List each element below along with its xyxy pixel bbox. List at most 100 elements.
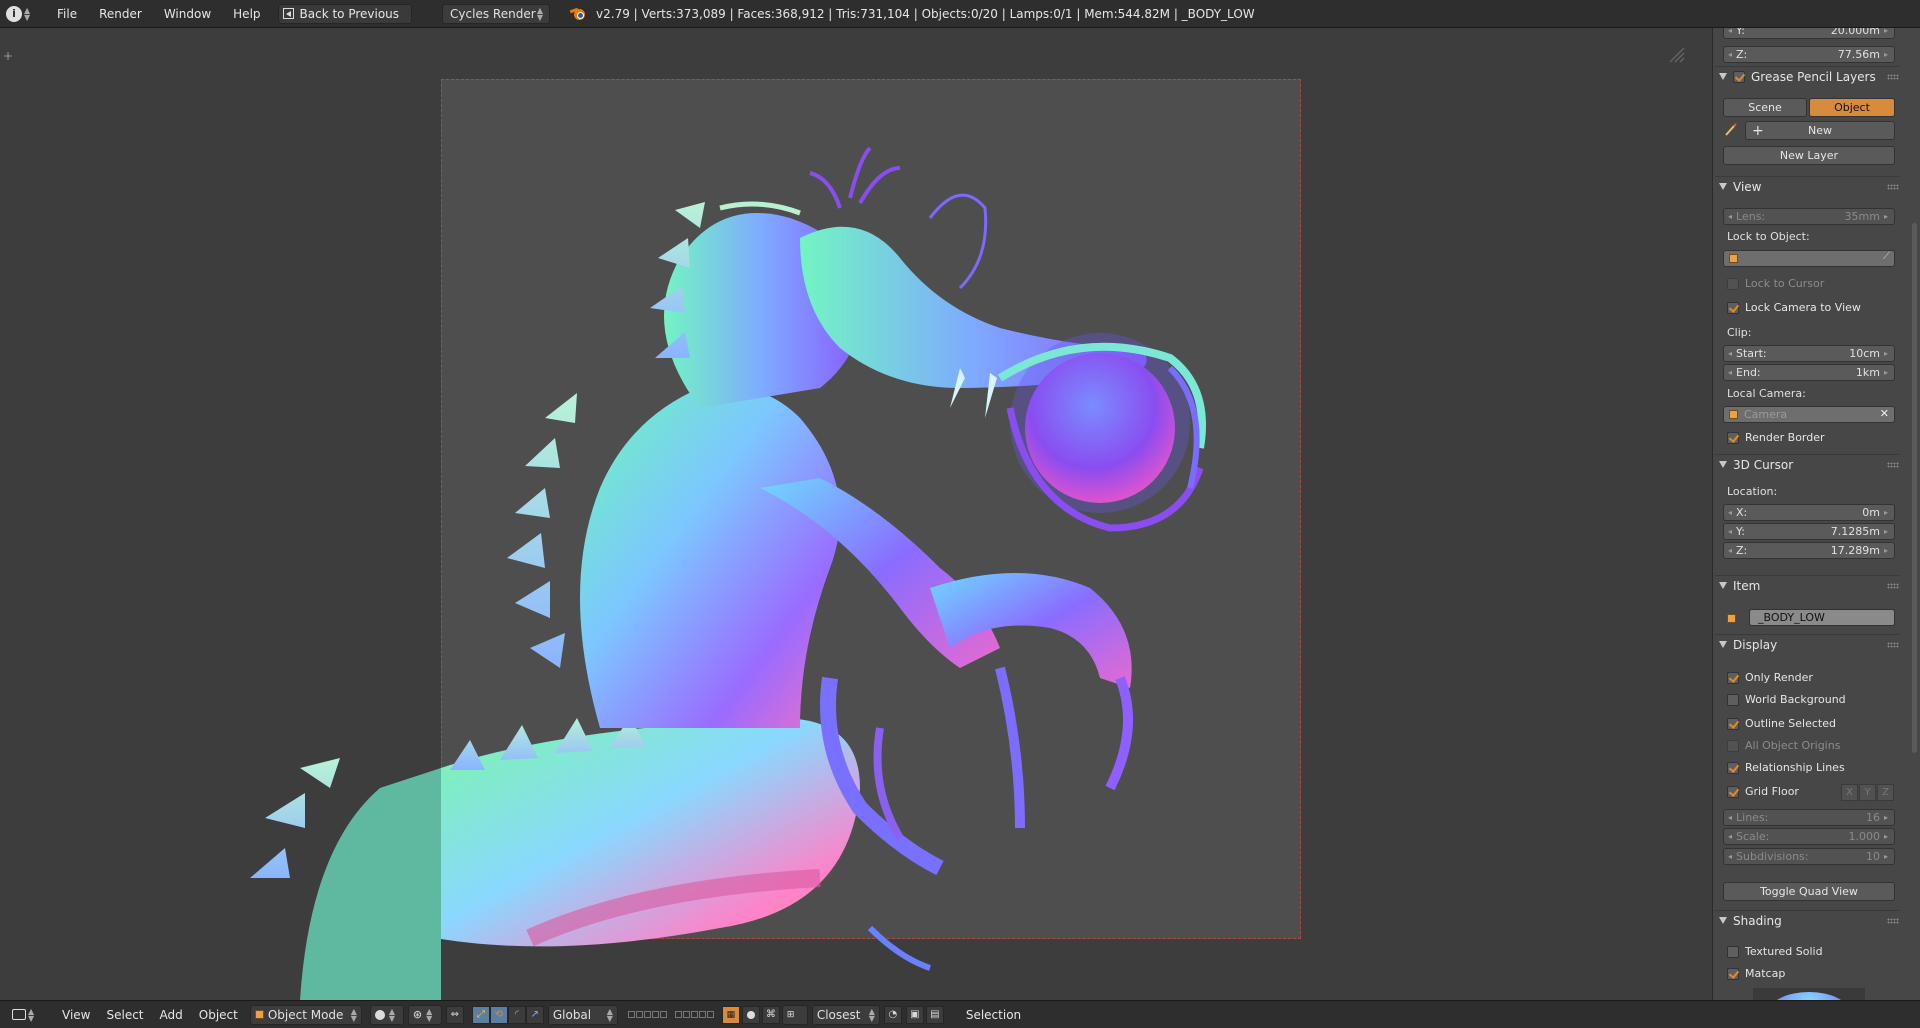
lock-to-cursor-checkbox[interactable] [1727,278,1739,290]
menu-select[interactable]: Select [98,1008,151,1022]
manipulator-icon: ⇔ [450,1009,460,1020]
grease-object-tab[interactable]: Object [1809,98,1895,117]
proportional-edit-toggle[interactable] [741,1005,760,1024]
all-object-origins-checkbox[interactable] [1727,740,1739,752]
menu-window[interactable]: Window [153,3,222,25]
lock-camera-checkbox[interactable] [1727,302,1739,314]
display-panel-header[interactable]: Display [1715,634,1899,654]
grid-scale-field[interactable]: ◂ Scale: 1.000 ▸ [1723,828,1895,845]
clip-end-field[interactable]: ◂ End: 1km ▸ [1723,364,1895,381]
dragon-model[interactable] [0,28,1712,1000]
clip-start-field[interactable]: ◂ Start: 10cm ▸ [1723,345,1895,362]
back-to-previous-button[interactable]: Back to Previous [277,3,413,24]
axis-z-toggle[interactable]: Z [1877,784,1894,801]
menu-add[interactable]: Add [152,1008,191,1022]
axis-x-toggle[interactable]: X [1841,784,1858,801]
item-name-field[interactable]: _BODY_LOW [1749,609,1895,626]
pencil-icon[interactable] [1723,121,1743,138]
transform-orientation-select[interactable]: Global ▲ ▼ [547,1004,618,1025]
grid-subdivisions-field[interactable]: ◂ Subdivisions: 10 ▸ [1723,848,1895,865]
matcap-checkbox[interactable] [1727,968,1739,980]
world-background-label: World Background [1745,693,1846,706]
layer-grid-2[interactable] [674,1011,714,1018]
eyedropper-icon[interactable]: ⟋ [1883,251,1890,262]
matcap-preview[interactable] [1753,988,1865,1000]
snap-toggle[interactable]: ⌘ [761,1005,780,1024]
plus-icon: + [1752,122,1764,139]
scrollbar[interactable] [1912,223,1917,753]
collapse-triangle-icon [1719,917,1727,924]
editor-type-selector[interactable]: i ▲ ▼ [6,3,46,25]
transform-manipulator-toggle[interactable]: ↗ [525,1005,544,1024]
drag-grip-icon[interactable] [1887,918,1899,924]
clapper-button[interactable]: ▤ [925,1005,944,1024]
shading-panel-header[interactable]: Shading [1715,910,1899,930]
object-mode-icon [254,1010,264,1019]
menu-help[interactable]: Help [222,3,271,25]
render-border-label: Render Border [1745,431,1825,444]
manipulator-toggle[interactable]: ⇔ [445,1005,464,1024]
scene-stats: v2.79 | Verts:373,089 | Faces:368,912 | … [596,6,1255,21]
render-border-checkbox[interactable] [1727,432,1739,444]
lock-layers-toggle[interactable]: ▦ [721,1005,740,1024]
relationship-lines-checkbox[interactable] [1727,762,1739,774]
new-grease-pencil-button[interactable]: + New [1745,121,1895,140]
drag-grip-icon[interactable] [1887,184,1899,190]
rotate-manipulator-toggle[interactable]: ⟲ [489,1005,508,1024]
layer-grid-1[interactable] [627,1011,667,1018]
clear-x-icon[interactable]: ✕ [1880,407,1889,420]
only-render-checkbox[interactable] [1727,672,1739,684]
lock-object-field[interactable]: ⟋ [1723,250,1895,267]
opengl-render-animation-button[interactable]: ▣ [905,1005,924,1024]
snap-element-select[interactable]: ⊞ [781,1004,808,1025]
textured-solid-checkbox[interactable] [1727,946,1739,958]
menu-view[interactable]: View [54,1008,98,1022]
menu-file[interactable]: File [46,3,88,25]
grease-pencil-panel-header[interactable]: Grease Pencil Layers [1715,66,1899,86]
grease-scene-tab[interactable]: Scene [1723,98,1807,117]
3d-viewport[interactable]: + [0,28,1712,1000]
3d-view-header: ▲ ▼ View Select Add Object Object Mode ▲ ▼… [0,1000,1920,1028]
outline-selected-checkbox[interactable] [1727,718,1739,730]
mode-select[interactable]: Object Mode ▲ ▼ [249,1004,362,1025]
item-panel-header[interactable]: Item [1715,575,1899,595]
lens-field[interactable]: ◂ Lens: 35mm ▸ [1723,208,1895,225]
drag-grip-icon[interactable] [1887,462,1899,468]
snap-element-icon: ⊞ [786,1009,795,1020]
cursor-y-field[interactable]: ◂ Y: 7.1285m ▸ [1723,523,1895,540]
updown-arrows-icon: ▲ ▼ [868,1006,875,1023]
translate-manipulator-toggle[interactable]: ⤢ [471,1005,490,1024]
panel-title: 3D Cursor [1733,457,1794,472]
location-y-field[interactable]: ◂ Y: 20.000m ▸ [1723,28,1895,39]
scale-manipulator-toggle[interactable]: ◜ [507,1005,526,1024]
toggle-quad-view-button[interactable]: Toggle Quad View [1723,882,1895,901]
grease-pencil-checkbox[interactable] [1733,70,1745,83]
opengl-render-image-button[interactable]: ◔ [883,1005,902,1024]
menu-object[interactable]: Object [191,1008,246,1022]
3d-cursor-panel-header[interactable]: 3D Cursor [1715,454,1899,474]
new-layer-button[interactable]: New Layer [1723,146,1895,165]
cursor-z-field[interactable]: ◂ Z: 17.289m ▸ [1723,542,1895,559]
relationship-lines-label: Relationship Lines [1745,761,1845,774]
view-panel-header[interactable]: View [1715,176,1899,196]
snap-target-select[interactable]: Closest ▲ ▼ [811,1004,880,1025]
viewport-shading-select[interactable]: ▲ ▼ [369,1004,404,1025]
drag-grip-icon[interactable] [1887,642,1899,648]
clip-label: Clip: [1727,326,1752,339]
info-header: i ▲ ▼ File Render Window Help Back to Pre… [0,0,1920,28]
editor-type-selector[interactable]: ▲ ▼ [12,1004,48,1026]
grid-floor-checkbox[interactable] [1727,786,1739,798]
drag-grip-icon[interactable] [1887,583,1899,589]
menu-render[interactable]: Render [88,3,153,25]
grid-lines-field[interactable]: ◂ Lines: 16 ▸ [1723,809,1895,826]
cursor-x-field[interactable]: ◂ X: 0m ▸ [1723,504,1895,521]
render-animation-icon: ▣ [910,1009,920,1020]
render-engine-select[interactable]: Cycles Render ▲ ▼ [442,3,551,24]
axis-y-toggle[interactable]: Y [1859,784,1876,801]
panel-title: Item [1733,578,1761,593]
local-camera-field[interactable]: Camera ✕ [1723,406,1895,423]
pivot-point-select[interactable]: ⊛ ▲ ▼ [407,1004,442,1025]
drag-grip-icon[interactable] [1887,74,1899,80]
world-background-checkbox[interactable] [1727,694,1739,706]
location-z-field[interactable]: ◂ Z: 77.56m ▸ [1723,46,1895,63]
